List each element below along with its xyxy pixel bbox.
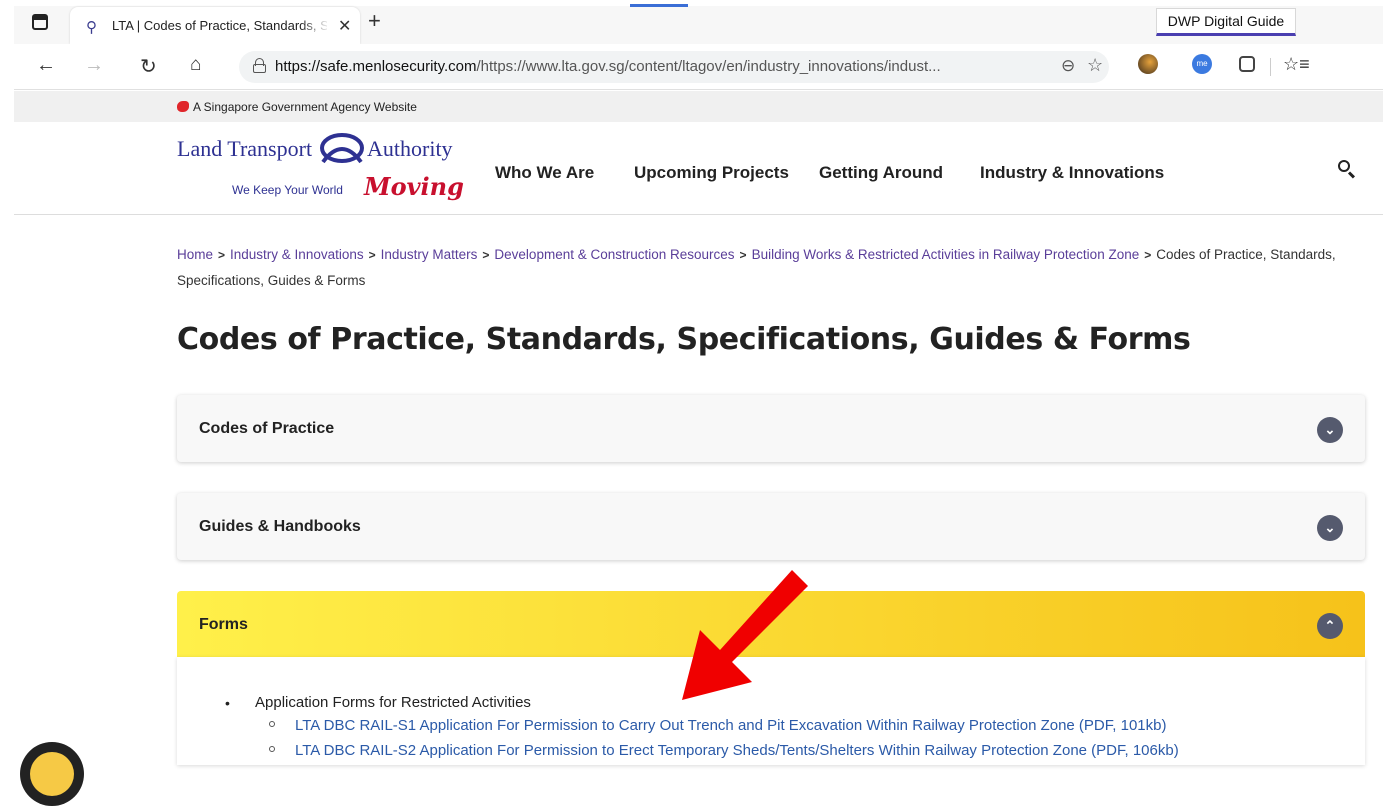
close-tab-icon[interactable]: ✕ — [338, 16, 351, 36]
lta-logo-mark-icon[interactable] — [317, 132, 367, 168]
form-link-rail-s1[interactable]: LTA DBC RAIL-S1 Application For Permissi… — [295, 717, 1166, 734]
loading-indicator — [630, 4, 688, 7]
refresh-icon[interactable]: ↻ — [140, 54, 157, 79]
accordion-codes-of-practice[interactable]: Codes of Practice ⌄ — [177, 395, 1365, 462]
chevron-right-icon: > — [368, 248, 376, 262]
red-arrow-annotation-icon — [682, 570, 808, 700]
logo-land-transport[interactable]: Land Transport — [177, 136, 312, 162]
chevron-right-icon: > — [1144, 248, 1152, 262]
address-bar[interactable]: https://safe.menlosecurity.com/https://w… — [239, 51, 1109, 83]
singapore-lion-icon — [177, 101, 189, 112]
home-icon[interactable]: ⌂ — [190, 54, 201, 76]
page-title: Codes of Practice, Standards, Specificat… — [177, 322, 1191, 357]
logo-moving: Moving — [364, 172, 464, 201]
nav-upcoming-projects[interactable]: Upcoming Projects — [634, 163, 789, 183]
breadcrumb-home[interactable]: Home — [177, 247, 213, 262]
chevron-right-icon: > — [482, 248, 490, 262]
lta-favicon-icon: ⚲ — [86, 19, 97, 36]
logo-authority[interactable]: Authority — [367, 136, 453, 162]
accordion-label: Forms — [199, 616, 248, 633]
breadcrumb-dev-construction[interactable]: Development & Construction Resources — [494, 247, 734, 262]
circle-bullet-icon — [269, 746, 275, 753]
form-link-rail-s2[interactable]: LTA DBC RAIL-S2 Application For Permissi… — [295, 742, 1179, 759]
back-arrow-icon[interactable]: ← — [36, 54, 56, 77]
extensions-icon[interactable] — [1239, 56, 1255, 72]
tab-title: LTA | Codes of Practice, Standards, Spec… — [112, 18, 327, 33]
url-text[interactable]: https://safe.menlosecurity.com/https://w… — [275, 58, 1055, 75]
nav-who-we-are[interactable]: Who We Are — [495, 163, 594, 183]
breadcrumb: Home > Industry & Innovations > Industry Mat… — [177, 242, 1347, 293]
chevron-down-icon[interactable]: ⌄ — [1317, 417, 1343, 443]
breadcrumb-building-works[interactable]: Building Works & Restricted Activities i… — [752, 247, 1140, 262]
breadcrumb-industry-innovations[interactable]: Industry & Innovations — [230, 247, 364, 262]
lock-icon[interactable] — [253, 58, 266, 73]
gov-banner-text[interactable]: A Singapore Government Agency Website — [193, 100, 417, 114]
search-icon[interactable] — [1338, 160, 1358, 180]
forms-group-label: Application Forms for Restricted Activit… — [255, 694, 531, 711]
toolbar-separator — [1270, 58, 1271, 76]
circle-bullet-icon — [269, 721, 275, 728]
bullet-icon: • — [225, 695, 230, 711]
tab-actions-icon[interactable] — [32, 14, 48, 30]
browser-toolbar: ← → ↻ ⌂ https://safe.menlosecurity.com/h… — [14, 44, 1383, 90]
site-header: Land Transport Authority We Keep Your Wo… — [14, 122, 1383, 215]
tab-title-fade — [300, 15, 330, 37]
nav-industry-innovations[interactable]: Industry & Innovations — [980, 163, 1164, 183]
breadcrumb-industry-matters[interactable]: Industry Matters — [381, 247, 478, 262]
browser-tab-bar: ⚲ LTA | Codes of Practice, Standards, Sp… — [14, 0, 1383, 44]
logo-tagline: We Keep Your World — [232, 183, 343, 197]
gov-agency-banner: A Singapore Government Agency Website — [14, 91, 1383, 122]
add-favorite-icon[interactable]: ☆ — [1087, 55, 1103, 76]
nav-getting-around[interactable]: Getting Around — [819, 163, 943, 183]
chevron-up-icon[interactable]: ⌃ — [1317, 613, 1343, 639]
accordion-label: Guides & Handbooks — [199, 518, 361, 535]
chevron-right-icon: > — [739, 248, 747, 262]
list-item: LTA DBC RAIL-S1 Application For Permissi… — [269, 717, 1166, 734]
new-tab-button[interactable]: + — [368, 8, 381, 34]
chevron-down-icon[interactable]: ⌄ — [1317, 515, 1343, 541]
favorites-icon[interactable]: ☆≡ — [1283, 54, 1310, 75]
browser-tab-active[interactable]: ⚲ LTA | Codes of Practice, Standards, Sp… — [70, 7, 360, 44]
zoom-out-icon[interactable]: ⊖ — [1061, 56, 1075, 76]
accordion-label: Codes of Practice — [199, 420, 335, 437]
chat-assistant-icon[interactable] — [20, 742, 84, 806]
accordion-guides-handbooks[interactable]: Guides & Handbooks ⌄ — [177, 493, 1365, 560]
window-edge — [0, 0, 14, 765]
list-item: LTA DBC RAIL-S2 Application For Permissi… — [269, 742, 1179, 759]
me-extension-icon[interactable]: me — [1192, 54, 1212, 74]
forward-arrow-icon[interactable]: → — [84, 54, 104, 77]
chevron-right-icon: > — [218, 248, 226, 262]
tab-bar-top-strip — [14, 0, 1383, 6]
dwp-digital-guide-badge[interactable]: DWP Digital Guide — [1156, 8, 1296, 36]
profile-extension-icon[interactable] — [1138, 54, 1158, 74]
